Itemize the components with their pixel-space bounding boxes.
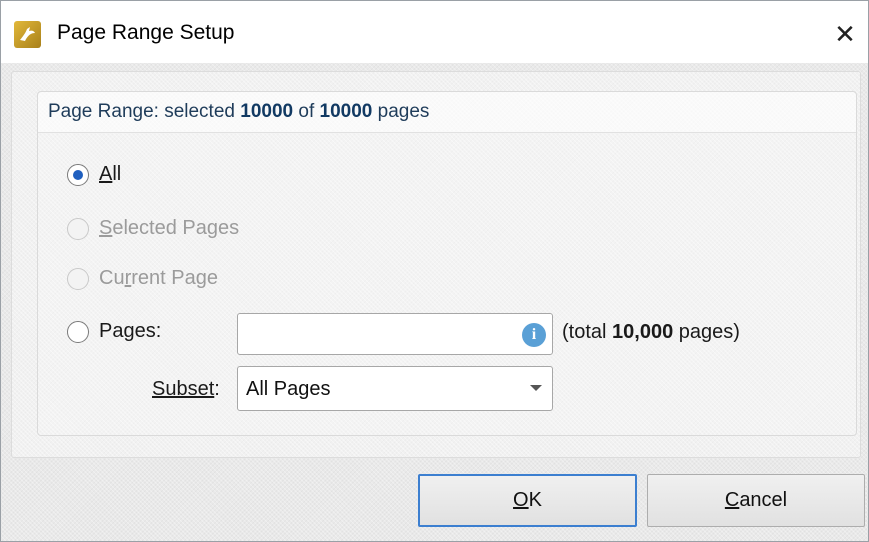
radio-selected-pages[interactable]: Selected Pages (67, 217, 239, 240)
radio-current-page-label: Current Page (99, 267, 218, 289)
radio-current-page[interactable]: Current Page (67, 267, 218, 290)
total-prefix: (total (562, 321, 613, 343)
page-range-summary: Page Range: selected 10000 of 10000 page… (48, 101, 429, 123)
radio-all[interactable]: All (67, 163, 121, 186)
group-header: Page Range: selected 10000 of 10000 page… (38, 92, 856, 133)
radio-all-label: All (99, 163, 122, 185)
total-pages-count: 10,000 (612, 321, 674, 343)
ok-button[interactable]: OK (418, 474, 637, 527)
page-range-setup-dialog: Page Range Setup ✕ Page Range: selected … (0, 0, 869, 542)
subset-selected-value: All Pages (246, 378, 331, 400)
dialog-title: Page Range Setup (57, 21, 235, 44)
radio-selected-pages-label: Selected Pages (99, 217, 240, 239)
radio-all-button[interactable] (67, 163, 89, 186)
summary-suffix: pages (372, 101, 430, 122)
radio-current-page-button[interactable] (67, 267, 89, 290)
cancel-button-label: Cancel (724, 489, 788, 511)
cancel-button[interactable]: Cancel (647, 474, 865, 527)
radio-pages-label: Pages: (99, 320, 162, 342)
radio-pages-button[interactable] (67, 320, 89, 343)
subset-dropdown[interactable]: All Pages (237, 366, 553, 411)
selected-count: 10000 (240, 101, 294, 122)
pages-input[interactable]: i (237, 313, 553, 355)
title-bar[interactable]: Page Range Setup ✕ (1, 1, 868, 63)
close-icon: ✕ (834, 18, 856, 49)
info-icon[interactable]: i (522, 323, 546, 347)
app-icon (14, 21, 41, 48)
subset-label: Subset: (152, 378, 220, 400)
total-count: 10000 (319, 101, 373, 122)
ok-button-label: OK (513, 489, 542, 511)
total-pages-text: (total 10,000 pages) (562, 321, 740, 344)
chevron-down-icon (530, 385, 542, 391)
summary-prefix: Page Range: selected (48, 101, 241, 122)
close-button[interactable]: ✕ (822, 11, 868, 57)
summary-middle: of (293, 101, 320, 122)
total-suffix: pages) (673, 321, 740, 343)
radio-selected-pages-button[interactable] (67, 217, 89, 240)
radio-pages[interactable]: Pages: (67, 320, 161, 343)
